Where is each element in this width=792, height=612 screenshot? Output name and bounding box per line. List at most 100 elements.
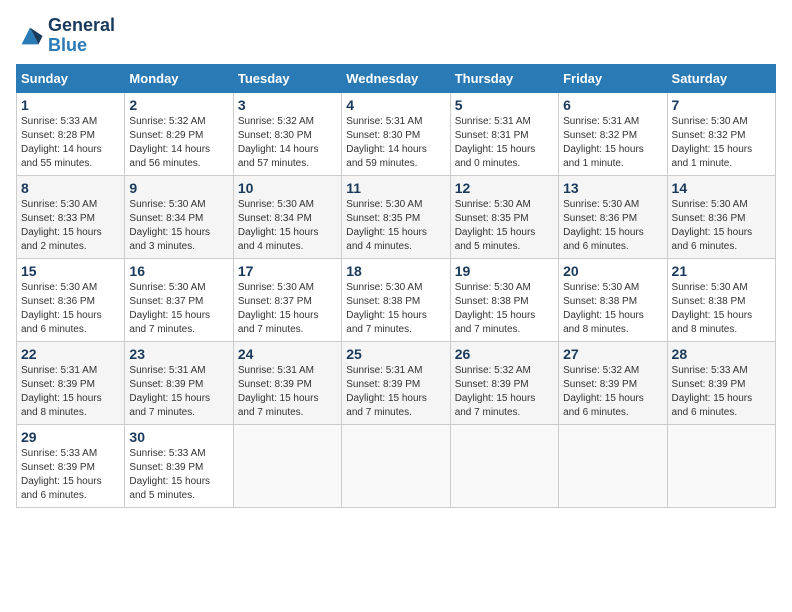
calendar-cell — [450, 424, 558, 507]
calendar-cell: 8 Sunrise: 5:30 AM Sunset: 8:33 PM Dayli… — [17, 175, 125, 258]
logo-text: General Blue — [48, 16, 115, 56]
day-number: 12 — [455, 180, 554, 196]
calendar-cell: 20 Sunrise: 5:30 AM Sunset: 8:38 PM Dayl… — [559, 258, 667, 341]
calendar-cell: 19 Sunrise: 5:30 AM Sunset: 8:38 PM Dayl… — [450, 258, 558, 341]
day-header-row: Sunday Monday Tuesday Wednesday Thursday… — [17, 64, 776, 92]
calendar-cell: 6 Sunrise: 5:31 AM Sunset: 8:32 PM Dayli… — [559, 92, 667, 175]
day-number: 17 — [238, 263, 337, 279]
day-info: Sunrise: 5:30 AM Sunset: 8:36 PM Dayligh… — [672, 198, 771, 254]
day-info: Sunrise: 5:30 AM Sunset: 8:37 PM Dayligh… — [129, 281, 228, 337]
calendar-cell: 4 Sunrise: 5:31 AM Sunset: 8:30 PM Dayli… — [342, 92, 450, 175]
day-number: 10 — [238, 180, 337, 196]
calendar-cell: 21 Sunrise: 5:30 AM Sunset: 8:38 PM Dayl… — [667, 258, 775, 341]
day-info: Sunrise: 5:31 AM Sunset: 8:39 PM Dayligh… — [238, 364, 337, 420]
calendar-cell: 29 Sunrise: 5:33 AM Sunset: 8:39 PM Dayl… — [17, 424, 125, 507]
calendar-cell: 15 Sunrise: 5:30 AM Sunset: 8:36 PM Dayl… — [17, 258, 125, 341]
day-info: Sunrise: 5:30 AM Sunset: 8:35 PM Dayligh… — [346, 198, 445, 254]
day-number: 24 — [238, 346, 337, 362]
calendar-cell — [559, 424, 667, 507]
calendar-cell: 17 Sunrise: 5:30 AM Sunset: 8:37 PM Dayl… — [233, 258, 341, 341]
day-info: Sunrise: 5:32 AM Sunset: 8:39 PM Dayligh… — [455, 364, 554, 420]
day-info: Sunrise: 5:33 AM Sunset: 8:39 PM Dayligh… — [672, 364, 771, 420]
day-info: Sunrise: 5:30 AM Sunset: 8:38 PM Dayligh… — [455, 281, 554, 337]
day-number: 2 — [129, 97, 228, 113]
day-number: 9 — [129, 180, 228, 196]
day-info: Sunrise: 5:30 AM Sunset: 8:38 PM Dayligh… — [346, 281, 445, 337]
day-number: 23 — [129, 346, 228, 362]
header-friday: Friday — [559, 64, 667, 92]
calendar-week-row: 1 Sunrise: 5:33 AM Sunset: 8:28 PM Dayli… — [17, 92, 776, 175]
day-number: 27 — [563, 346, 662, 362]
day-info: Sunrise: 5:32 AM Sunset: 8:30 PM Dayligh… — [238, 115, 337, 171]
calendar-cell: 3 Sunrise: 5:32 AM Sunset: 8:30 PM Dayli… — [233, 92, 341, 175]
day-number: 13 — [563, 180, 662, 196]
calendar-cell: 2 Sunrise: 5:32 AM Sunset: 8:29 PM Dayli… — [125, 92, 233, 175]
calendar-cell: 11 Sunrise: 5:30 AM Sunset: 8:35 PM Dayl… — [342, 175, 450, 258]
calendar-cell: 16 Sunrise: 5:30 AM Sunset: 8:37 PM Dayl… — [125, 258, 233, 341]
day-info: Sunrise: 5:31 AM Sunset: 8:39 PM Dayligh… — [346, 364, 445, 420]
day-number: 3 — [238, 97, 337, 113]
day-info: Sunrise: 5:30 AM Sunset: 8:38 PM Dayligh… — [672, 281, 771, 337]
calendar-cell: 27 Sunrise: 5:32 AM Sunset: 8:39 PM Dayl… — [559, 341, 667, 424]
calendar-cell: 18 Sunrise: 5:30 AM Sunset: 8:38 PM Dayl… — [342, 258, 450, 341]
calendar-cell: 30 Sunrise: 5:33 AM Sunset: 8:39 PM Dayl… — [125, 424, 233, 507]
day-number: 4 — [346, 97, 445, 113]
day-info: Sunrise: 5:32 AM Sunset: 8:39 PM Dayligh… — [563, 364, 662, 420]
day-number: 18 — [346, 263, 445, 279]
day-info: Sunrise: 5:30 AM Sunset: 8:35 PM Dayligh… — [455, 198, 554, 254]
day-info: Sunrise: 5:33 AM Sunset: 8:28 PM Dayligh… — [21, 115, 120, 171]
header-tuesday: Tuesday — [233, 64, 341, 92]
header-wednesday: Wednesday — [342, 64, 450, 92]
calendar-cell: 14 Sunrise: 5:30 AM Sunset: 8:36 PM Dayl… — [667, 175, 775, 258]
day-info: Sunrise: 5:30 AM Sunset: 8:38 PM Dayligh… — [563, 281, 662, 337]
calendar-cell: 1 Sunrise: 5:33 AM Sunset: 8:28 PM Dayli… — [17, 92, 125, 175]
day-info: Sunrise: 5:30 AM Sunset: 8:33 PM Dayligh… — [21, 198, 120, 254]
calendar-cell: 5 Sunrise: 5:31 AM Sunset: 8:31 PM Dayli… — [450, 92, 558, 175]
day-number: 14 — [672, 180, 771, 196]
calendar-table: Sunday Monday Tuesday Wednesday Thursday… — [16, 64, 776, 508]
header-sunday: Sunday — [17, 64, 125, 92]
calendar-cell: 9 Sunrise: 5:30 AM Sunset: 8:34 PM Dayli… — [125, 175, 233, 258]
calendar-cell: 23 Sunrise: 5:31 AM Sunset: 8:39 PM Dayl… — [125, 341, 233, 424]
day-info: Sunrise: 5:31 AM Sunset: 8:32 PM Dayligh… — [563, 115, 662, 171]
day-number: 15 — [21, 263, 120, 279]
day-info: Sunrise: 5:33 AM Sunset: 8:39 PM Dayligh… — [21, 447, 120, 503]
calendar-cell: 22 Sunrise: 5:31 AM Sunset: 8:39 PM Dayl… — [17, 341, 125, 424]
calendar-cell — [667, 424, 775, 507]
day-info: Sunrise: 5:30 AM Sunset: 8:36 PM Dayligh… — [21, 281, 120, 337]
logo-icon — [16, 22, 44, 50]
day-number: 16 — [129, 263, 228, 279]
day-number: 29 — [21, 429, 120, 445]
day-number: 22 — [21, 346, 120, 362]
calendar-week-row: 15 Sunrise: 5:30 AM Sunset: 8:36 PM Dayl… — [17, 258, 776, 341]
day-number: 26 — [455, 346, 554, 362]
header-saturday: Saturday — [667, 64, 775, 92]
calendar-cell — [233, 424, 341, 507]
day-info: Sunrise: 5:30 AM Sunset: 8:37 PM Dayligh… — [238, 281, 337, 337]
day-info: Sunrise: 5:32 AM Sunset: 8:29 PM Dayligh… — [129, 115, 228, 171]
day-info: Sunrise: 5:30 AM Sunset: 8:34 PM Dayligh… — [129, 198, 228, 254]
day-number: 6 — [563, 97, 662, 113]
calendar-cell: 28 Sunrise: 5:33 AM Sunset: 8:39 PM Dayl… — [667, 341, 775, 424]
calendar-cell: 13 Sunrise: 5:30 AM Sunset: 8:36 PM Dayl… — [559, 175, 667, 258]
calendar-cell: 10 Sunrise: 5:30 AM Sunset: 8:34 PM Dayl… — [233, 175, 341, 258]
day-number: 21 — [672, 263, 771, 279]
day-info: Sunrise: 5:31 AM Sunset: 8:31 PM Dayligh… — [455, 115, 554, 171]
day-number: 5 — [455, 97, 554, 113]
header-monday: Monday — [125, 64, 233, 92]
day-info: Sunrise: 5:31 AM Sunset: 8:30 PM Dayligh… — [346, 115, 445, 171]
day-info: Sunrise: 5:31 AM Sunset: 8:39 PM Dayligh… — [129, 364, 228, 420]
day-info: Sunrise: 5:33 AM Sunset: 8:39 PM Dayligh… — [129, 447, 228, 503]
header-thursday: Thursday — [450, 64, 558, 92]
calendar-cell — [342, 424, 450, 507]
day-number: 7 — [672, 97, 771, 113]
calendar-cell: 24 Sunrise: 5:31 AM Sunset: 8:39 PM Dayl… — [233, 341, 341, 424]
calendar-week-row: 8 Sunrise: 5:30 AM Sunset: 8:33 PM Dayli… — [17, 175, 776, 258]
calendar-week-row: 29 Sunrise: 5:33 AM Sunset: 8:39 PM Dayl… — [17, 424, 776, 507]
day-info: Sunrise: 5:30 AM Sunset: 8:32 PM Dayligh… — [672, 115, 771, 171]
day-info: Sunrise: 5:31 AM Sunset: 8:39 PM Dayligh… — [21, 364, 120, 420]
day-number: 1 — [21, 97, 120, 113]
page-header: General Blue — [16, 16, 776, 56]
day-number: 20 — [563, 263, 662, 279]
calendar-cell: 26 Sunrise: 5:32 AM Sunset: 8:39 PM Dayl… — [450, 341, 558, 424]
